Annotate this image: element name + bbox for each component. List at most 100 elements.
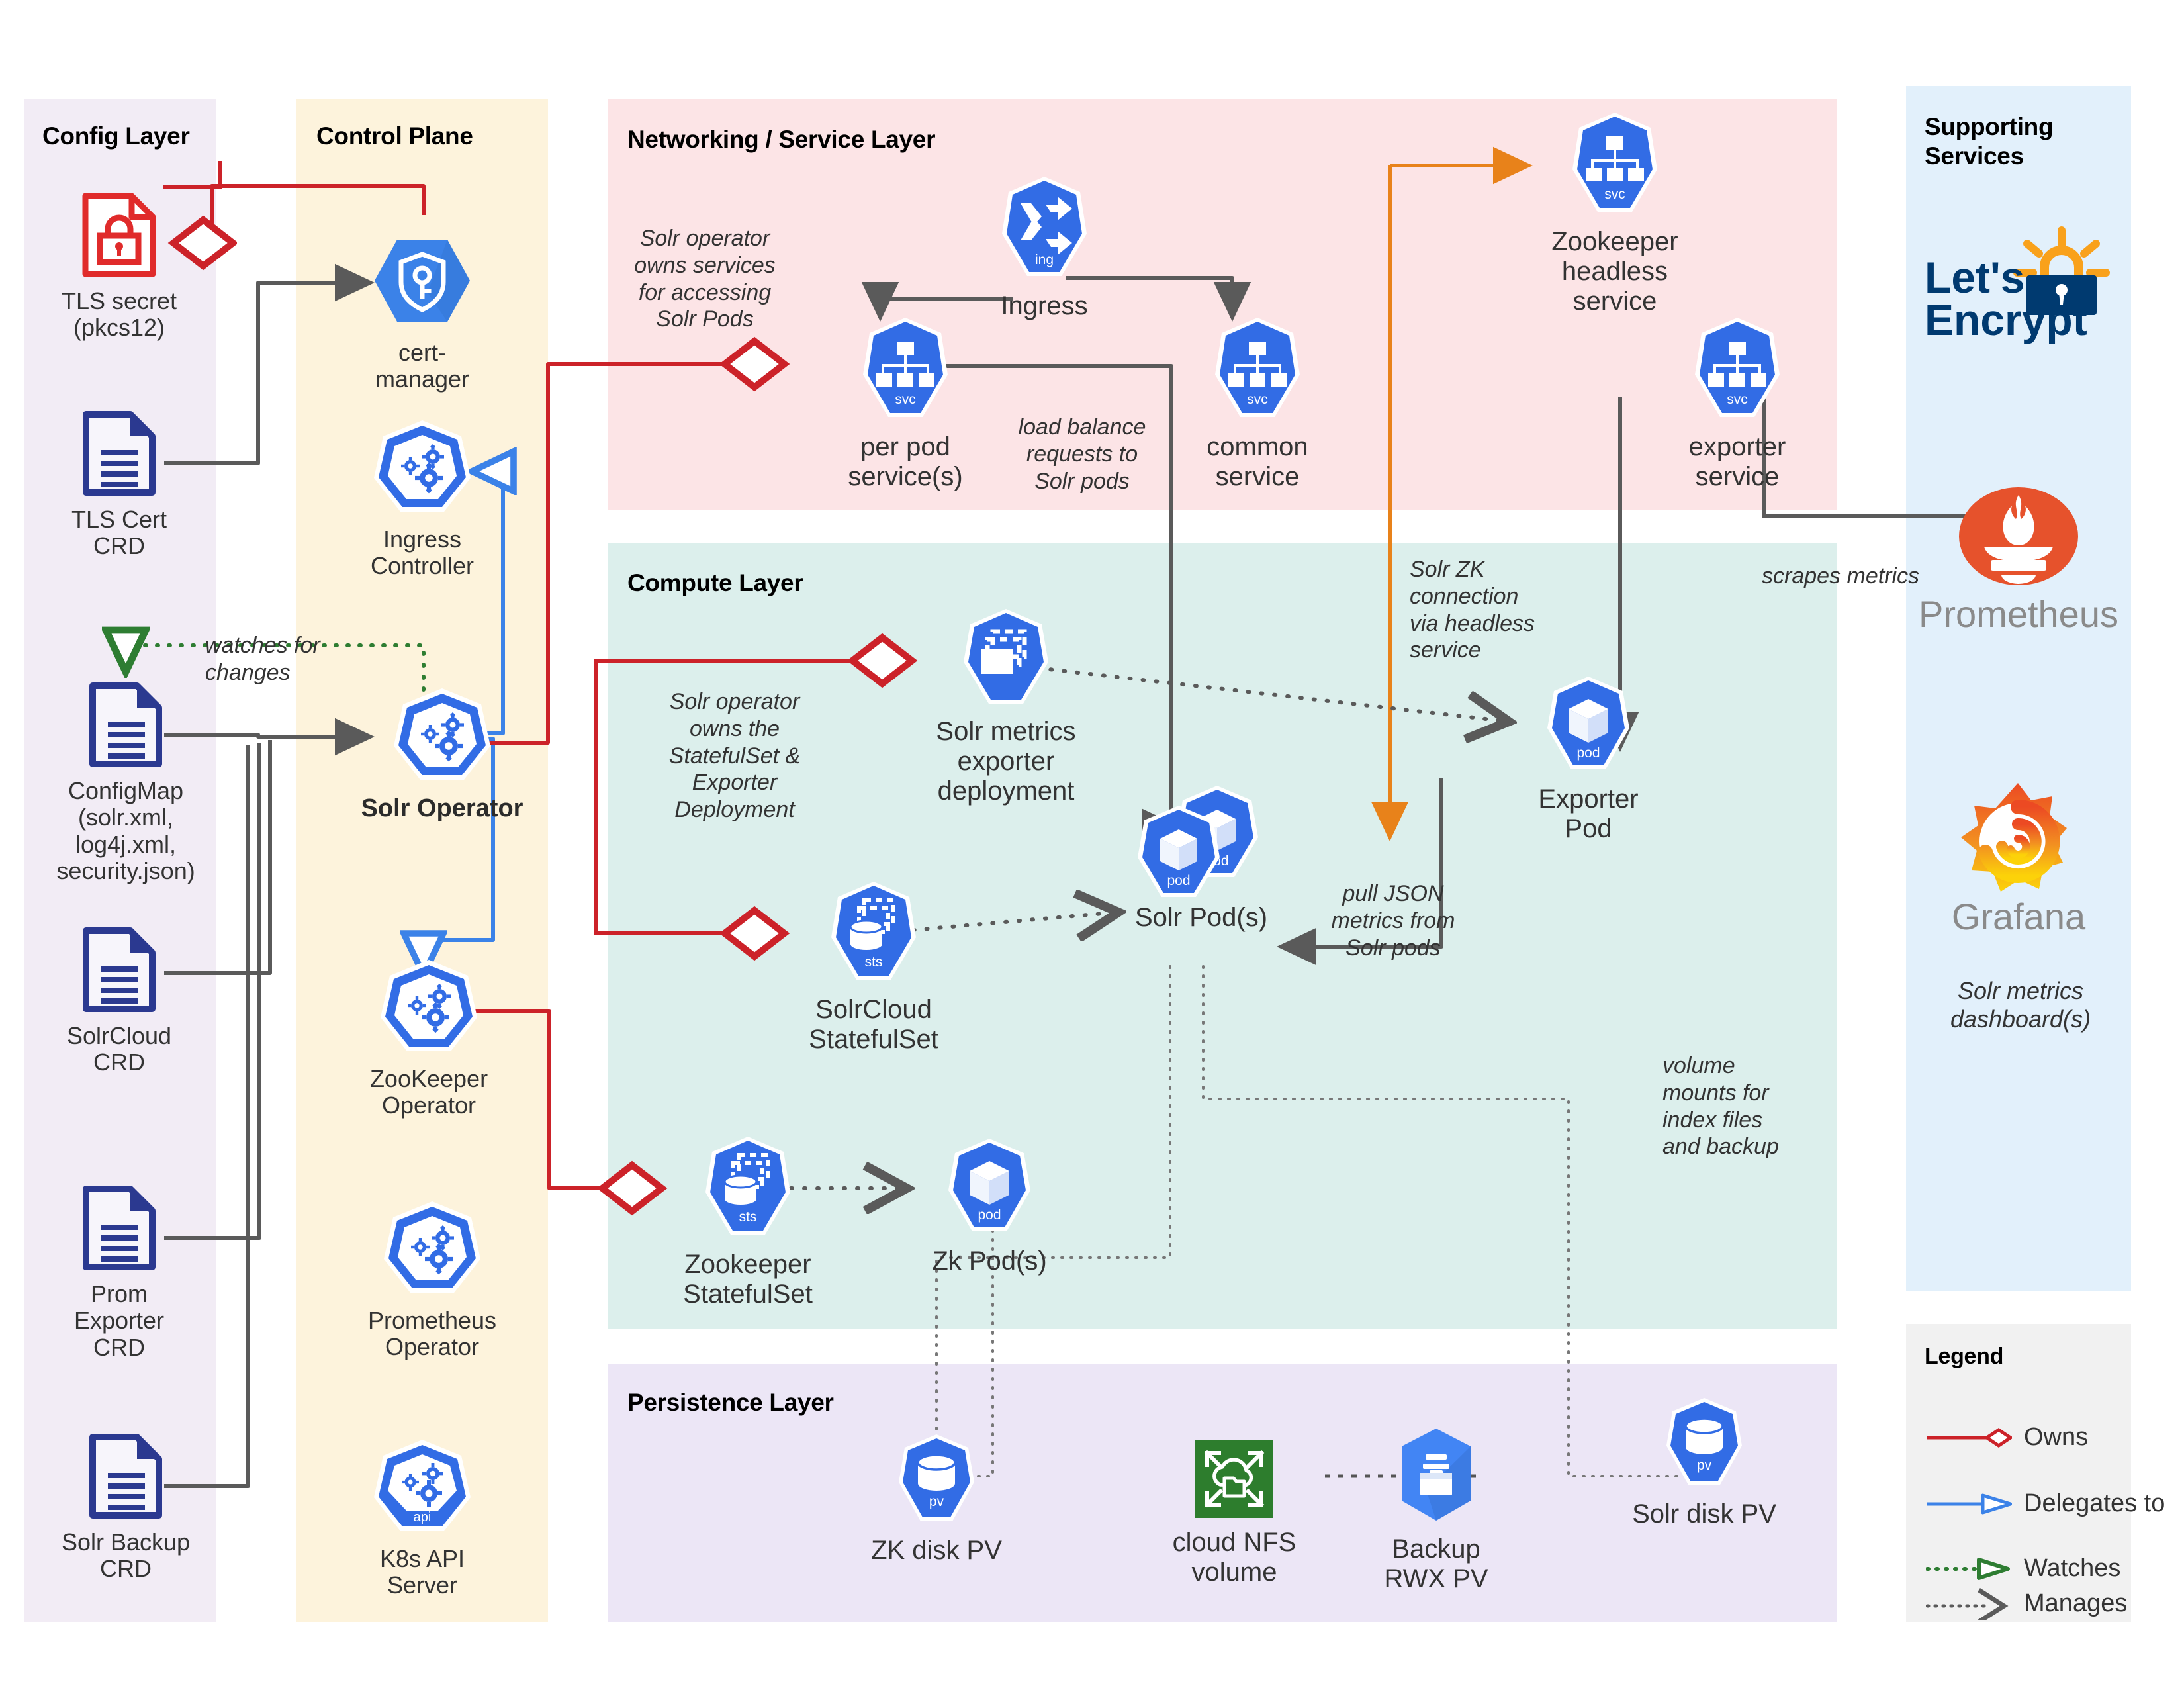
- node-label: TLS Cert CRD: [71, 506, 167, 560]
- node-zookeeper-statefulset[interactable]: sts Zookeeper StatefulSet: [675, 1135, 821, 1309]
- node-badge: pod: [1576, 745, 1600, 761]
- diagram-canvas: Config Layer Control Plane Networking / …: [0, 0, 2184, 1688]
- k8s-statefulset-icon: sts: [704, 1135, 792, 1243]
- node-exporter-pod[interactable]: pod Exporter Pod: [1512, 675, 1664, 844]
- node-prom-exporter-crd[interactable]: Prom Exporter CRD: [60, 1185, 179, 1361]
- node-badge: sts: [865, 955, 883, 970]
- document-icon: [87, 1433, 165, 1523]
- node-label: common service: [1206, 432, 1308, 491]
- k8s-pod-icon: pod: [946, 1137, 1033, 1240]
- legend-label: Owns: [2024, 1423, 2089, 1451]
- node-k8s-api-server[interactable]: api K8s API Server: [356, 1436, 488, 1599]
- document-icon: [87, 682, 165, 771]
- node-tls-cert-crd[interactable]: TLS Cert CRD: [60, 410, 179, 560]
- k8s-gears-icon: [389, 685, 495, 788]
- node-label: SolrCloud CRD: [66, 1022, 172, 1076]
- brand-label: Prometheus: [1919, 593, 2118, 635]
- prometheus-logo: [1952, 483, 2085, 592]
- k8s-statefulset-icon: sts: [830, 880, 917, 988]
- node-label: cloud NFS volume: [1172, 1528, 1297, 1587]
- node-label: Ingress: [1001, 291, 1088, 320]
- node-label: cert-manager: [375, 339, 470, 393]
- node-label: Prometheus Operator: [367, 1307, 497, 1361]
- legend-item-owns: Owns: [1926, 1423, 2088, 1452]
- node-badge: api: [414, 1510, 432, 1524]
- node-label: exporter service: [1688, 432, 1786, 491]
- node-label: per pod service(s): [848, 432, 963, 491]
- node-per-pod-service[interactable]: svc per pod service(s): [836, 316, 975, 492]
- panel-compute-layer-title: Compute Layer: [627, 569, 803, 596]
- document-icon: [80, 1185, 158, 1274]
- lets-encrypt-logo: Let's Encrypt: [1919, 218, 2118, 354]
- owns-line-icon: [1927, 1427, 2012, 1448]
- node-badge: ing: [1035, 252, 1054, 267]
- panel-networking-layer-title: Networking / Service Layer: [627, 126, 936, 153]
- node-badge: pv: [929, 1494, 944, 1509]
- node-badge: svc: [895, 392, 916, 407]
- node-prometheus-operator[interactable]: Prometheus Operator: [356, 1198, 508, 1361]
- label-watches-for-changes: watches for changes: [205, 633, 320, 685]
- node-cert-manager[interactable]: cert-manager: [356, 232, 488, 393]
- brand-prometheus: Prometheus: [1919, 483, 2118, 635]
- note-solr-operator-owns-statefulset: Solr operator owns the StatefulSet & Exp…: [668, 689, 801, 823]
- node-solr-disk-pv[interactable]: pv Solr disk PV: [1625, 1397, 1784, 1529]
- k8s-gears-icon: [379, 1198, 485, 1301]
- node-common-service[interactable]: svc common service: [1188, 316, 1327, 492]
- watches-line-icon: [1926, 1557, 2010, 1580]
- document-icon: [80, 410, 158, 500]
- k8s-pv-icon: pv: [897, 1433, 976, 1529]
- node-solrcloud-crd[interactable]: SolrCloud CRD: [60, 927, 179, 1076]
- document-icon: [80, 927, 158, 1016]
- secret-doc-lock-icon: [80, 192, 158, 281]
- node-solr-backup-crd[interactable]: Solr Backup CRD: [60, 1433, 192, 1583]
- node-solr-operator[interactable]: Solr Operator: [356, 685, 528, 823]
- node-label: K8s API Server: [379, 1545, 465, 1599]
- cloud-nfs-filestore-icon: [1195, 1440, 1273, 1521]
- node-label: Solr disk PV: [1632, 1499, 1776, 1528]
- k8s-gears-icon: [369, 417, 475, 520]
- svg-text:Let's: Let's: [1925, 253, 2025, 302]
- node-solr-metrics-exporter-deployment[interactable]: Solr metrics exporter deployment: [923, 608, 1089, 806]
- node-configmap[interactable]: ConfigMap (solr.xml, log4j.xml, security…: [56, 682, 195, 884]
- node-zookeeper-operator[interactable]: ZooKeeper Operator: [356, 957, 502, 1119]
- node-solr-pods[interactable]: pod pod Solr Pod(s): [1122, 784, 1281, 933]
- node-label: Solr metrics exporter deployment: [936, 717, 1076, 806]
- brand-label: Grafana: [1951, 896, 2086, 937]
- panel-legend-title: Legend: [1925, 1344, 2004, 1369]
- node-ingress-controller[interactable]: Ingress Controller: [356, 417, 488, 580]
- note-solr-metrics-dashboards: Solr metrics dashboard(s): [1950, 977, 2091, 1033]
- node-ingress[interactable]: ing Ingress: [978, 175, 1111, 321]
- node-label: TLS secret (pkcs12): [61, 287, 177, 342]
- node-label: ConfigMap (solr.xml, log4j.xml, security…: [56, 777, 195, 884]
- node-tls-secret[interactable]: TLS secret (pkcs12): [60, 192, 179, 342]
- legend-item-delegates-to: Delegates to: [1926, 1489, 2165, 1518]
- node-label: Solr Operator: [361, 794, 523, 822]
- node-label: Zookeeper StatefulSet: [683, 1250, 813, 1309]
- node-label: ZK disk PV: [871, 1536, 1002, 1565]
- node-exporter-service[interactable]: svc exporter service: [1668, 316, 1807, 492]
- node-solrcloud-statefulset[interactable]: sts SolrCloud StatefulSet: [801, 880, 946, 1055]
- panel-config-layer-title: Config Layer: [42, 122, 190, 150]
- node-zk-pods[interactable]: pod Zk Pod(s): [923, 1137, 1056, 1276]
- node-label: Ingress Controller: [370, 526, 475, 580]
- node-zk-disk-pv[interactable]: pv ZK disk PV: [864, 1433, 1009, 1566]
- node-label: Backup RWX PV: [1384, 1534, 1488, 1593]
- node-zookeeper-headless-service[interactable]: svc Zookeeper headless service: [1539, 111, 1691, 316]
- legend-label: Delegates to: [2024, 1489, 2165, 1517]
- node-badge: pod: [978, 1207, 1001, 1223]
- node-cloud-nfs-volume[interactable]: cloud NFS volume: [1161, 1440, 1307, 1587]
- legend-label: Watches: [2024, 1554, 2121, 1582]
- backup-archive-icon: [1396, 1427, 1476, 1528]
- note-load-balance-requests: load balance requests to Solr pods: [1018, 414, 1146, 494]
- grafana-logo: [1949, 778, 2088, 900]
- k8s-deployment-icon: [962, 608, 1050, 710]
- node-badge: pv: [1697, 1458, 1712, 1473]
- panel-control-plane-title: Control Plane: [316, 122, 473, 150]
- node-label: Zookeeper headless service: [1551, 227, 1678, 316]
- node-backup-rwx-pv[interactable]: Backup RWX PV: [1363, 1427, 1509, 1594]
- node-label: SolrCloud StatefulSet: [809, 995, 938, 1054]
- brand-grafana: Grafana: [1919, 778, 2118, 938]
- legend-item-watches: Watches: [1926, 1554, 2120, 1583]
- manages-line-icon: [1926, 1588, 2009, 1620]
- note-solr-operator-owns-services: Solr operator owns services for accessin…: [634, 226, 776, 332]
